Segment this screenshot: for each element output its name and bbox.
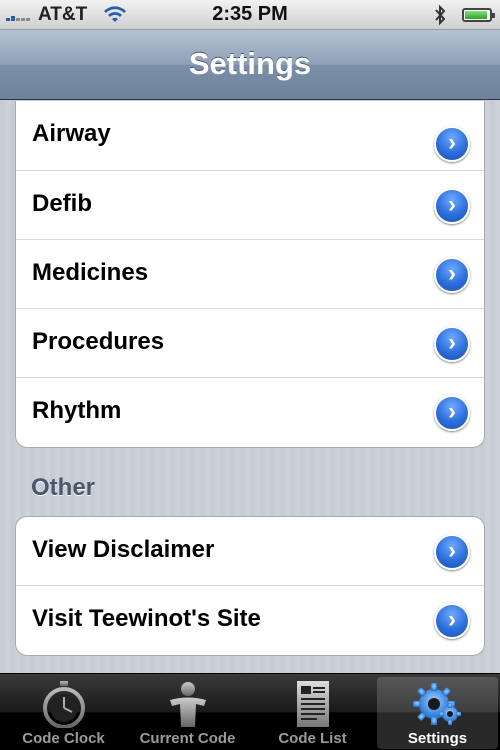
settings-row-medicines[interactable]: Medicines ›	[16, 240, 484, 309]
other-row-visit-site[interactable]: Visit Teewinot's Site ›	[16, 586, 484, 655]
tab-label: Current Code	[139, 730, 236, 747]
tab-label: Code List	[278, 730, 347, 747]
settings-table[interactable]: Airway › Defib › Medicines › Procedures …	[0, 101, 500, 673]
status-bar: AT&T 2:35 PM	[0, 0, 500, 30]
settings-group: Airway › Defib › Medicines › Procedures …	[15, 101, 485, 448]
other-row-view-disclaimer[interactable]: View Disclaimer ›	[16, 517, 484, 586]
settings-row-defib[interactable]: Defib ›	[16, 171, 484, 240]
page-title: Settings	[188, 46, 312, 81]
tab-bar: Code Clock Current Code Code List Settin…	[0, 673, 500, 750]
row-label: Procedures	[32, 328, 165, 355]
status-time: 2:35 PM	[212, 3, 288, 25]
settings-row-airway[interactable]: Airway ›	[16, 101, 484, 171]
person-icon	[127, 680, 248, 728]
disclosure-arrow-icon[interactable]: ›	[434, 395, 470, 431]
settings-row-procedures[interactable]: Procedures ›	[16, 309, 484, 378]
row-label: Rhythm	[32, 397, 122, 424]
disclosure-arrow-icon[interactable]: ›	[434, 534, 470, 570]
other-group: View Disclaimer › Visit Teewinot's Site …	[15, 516, 485, 656]
disclosure-arrow-icon[interactable]: ›	[434, 126, 470, 162]
document-list-icon	[252, 680, 373, 728]
navigation-bar: Settings	[0, 30, 500, 100]
tab-label: Settings	[407, 730, 468, 747]
disclosure-arrow-icon[interactable]: ›	[434, 326, 470, 362]
gear-icon	[377, 680, 498, 728]
row-label: Visit Teewinot's Site	[32, 605, 261, 632]
tab-current-code[interactable]: Current Code	[127, 677, 248, 749]
battery-icon	[462, 8, 495, 22]
row-label: View Disclaimer	[32, 536, 215, 563]
tab-code-list[interactable]: Code List	[252, 677, 373, 749]
disclosure-arrow-icon[interactable]: ›	[434, 603, 470, 639]
tab-code-clock[interactable]: Code Clock	[3, 677, 124, 749]
row-label: Defib	[32, 190, 92, 217]
settings-row-rhythm[interactable]: Rhythm ›	[16, 378, 484, 447]
row-label: Medicines	[32, 259, 149, 286]
row-label: Airway	[32, 120, 111, 147]
bluetooth-icon	[433, 4, 447, 31]
section-header-other: Other	[31, 474, 96, 501]
disclosure-arrow-icon[interactable]: ›	[434, 257, 470, 293]
disclosure-arrow-icon[interactable]: ›	[434, 188, 470, 224]
stopwatch-icon	[3, 680, 124, 728]
tab-settings[interactable]: Settings	[377, 677, 498, 749]
tab-label: Code Clock	[22, 730, 105, 747]
